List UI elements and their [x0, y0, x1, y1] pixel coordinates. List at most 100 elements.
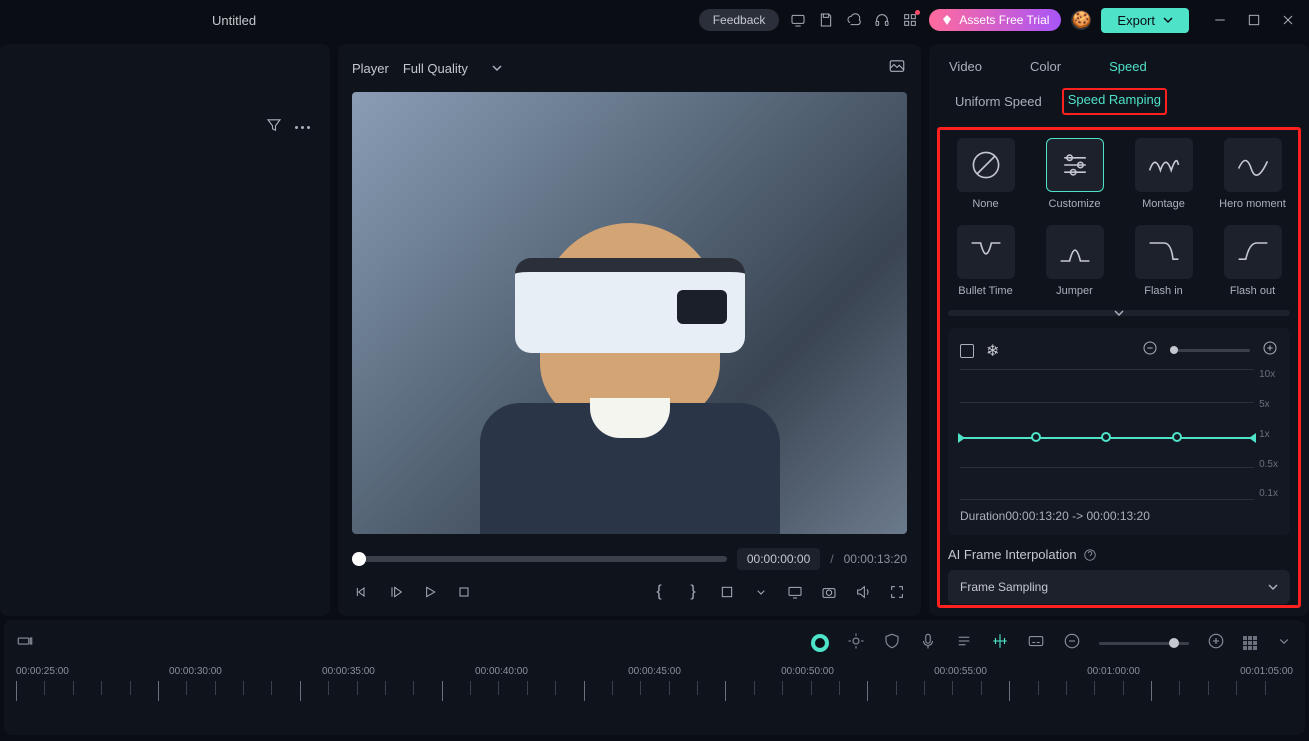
window-maximize-icon[interactable] [1245, 11, 1263, 29]
zoom-out-ramp-icon[interactable] [1142, 340, 1158, 361]
video-preview[interactable] [352, 92, 907, 534]
token-badge-icon[interactable]: 🍪 [1071, 10, 1091, 30]
save-icon[interactable] [817, 11, 835, 29]
ruler-label: 00:00:40:00 [475, 666, 528, 677]
chevron-down-icon [1268, 583, 1278, 591]
zoom-in-icon[interactable] [1207, 632, 1225, 655]
top-bar: Untitled Feedback Assets Free Trial 🍪 Ex… [0, 0, 1309, 40]
scrub-slider[interactable] [352, 556, 727, 562]
ruler-label: 00:01:05:00 [1240, 666, 1293, 677]
ai-interpolation-select[interactable]: Frame Sampling [948, 570, 1290, 604]
zoom-in-ramp-icon[interactable] [1262, 340, 1278, 361]
tab-speed[interactable]: Speed [1101, 55, 1155, 78]
preset-bullet-time[interactable]: Bullet Time [948, 225, 1023, 298]
quality-value: Full Quality [403, 61, 468, 76]
ramp-graph[interactable]: 10x 5x 1x 0.5x 0.1x [960, 369, 1278, 499]
duration-readout: Duration00:00:13:20 -> 00:00:13:20 [960, 509, 1278, 523]
help-icon[interactable] [1083, 548, 1097, 562]
filter-icon[interactable] [265, 116, 283, 139]
expand-presets-button[interactable] [948, 310, 1290, 316]
speed-ramping-section: None Customize Montage Hero moment Bulle… [937, 127, 1301, 608]
ai-tool-icon[interactable] [811, 634, 829, 652]
snapshot-icon[interactable] [887, 57, 907, 80]
apps-icon[interactable] [901, 11, 919, 29]
ramp-keyframe[interactable] [1172, 432, 1182, 442]
zoom-out-icon[interactable] [1063, 632, 1081, 655]
mic-icon[interactable] [919, 632, 937, 655]
ruler-label: 00:00:25:00 [16, 666, 69, 677]
display-icon[interactable] [789, 11, 807, 29]
timeline-panel: 00:00:25:00 00:00:30:00 00:00:35:00 00:0… [4, 620, 1305, 735]
cloud-icon[interactable] [845, 11, 863, 29]
window-close-icon[interactable] [1279, 11, 1297, 29]
ruler-label: 00:00:55:00 [934, 666, 987, 677]
assets-trial-label: Assets Free Trial [959, 13, 1049, 27]
quality-select[interactable]: Full Quality [403, 61, 502, 76]
preset-jumper[interactable]: Jumper [1037, 225, 1112, 298]
ramp-start-handle[interactable] [958, 433, 965, 443]
timeline-zoom-slider[interactable] [1099, 642, 1189, 645]
notes-icon[interactable] [955, 632, 973, 655]
enhance-icon[interactable] [847, 632, 865, 655]
shield-icon[interactable] [883, 632, 901, 655]
ramp-y-1x: 1x [1259, 429, 1278, 440]
ramp-editor: ❄ 10x 5x 1x 0.5x 0.1x [948, 328, 1290, 535]
chevron-down-icon[interactable] [751, 582, 771, 602]
timeline-ruler[interactable]: 00:00:25:00 00:00:30:00 00:00:35:00 00:0… [16, 666, 1293, 706]
play-button[interactable] [420, 582, 440, 602]
project-title: Untitled [212, 13, 256, 28]
preset-flash-out[interactable]: Flash out [1215, 225, 1290, 298]
camera-icon[interactable] [819, 582, 839, 602]
preset-none[interactable]: None [948, 138, 1023, 211]
play-step-button[interactable] [386, 582, 406, 602]
ramp-zoom-slider[interactable] [1170, 349, 1250, 352]
ruler-label: 00:01:00:00 [1087, 666, 1140, 677]
more-icon[interactable] [295, 116, 310, 139]
window-minimize-icon[interactable] [1211, 11, 1229, 29]
crop-icon[interactable] [717, 582, 737, 602]
chevron-down-icon [1163, 16, 1173, 24]
player-label: Player [352, 61, 389, 76]
feedback-button[interactable]: Feedback [699, 9, 780, 31]
preset-customize[interactable]: Customize [1037, 138, 1112, 211]
mark-in-button[interactable]: { [649, 582, 669, 602]
time-separator: / [830, 552, 833, 566]
project-title-section: Untitled [212, 13, 264, 28]
subtab-uniform-speed[interactable]: Uniform Speed [941, 88, 1056, 115]
preset-flash-in[interactable]: Flash in [1126, 225, 1201, 298]
tab-video[interactable]: Video [941, 55, 990, 78]
media-panel [0, 44, 330, 616]
grid-view-icon[interactable] [1243, 636, 1257, 650]
subtab-speed-ramping[interactable]: Speed Ramping [1062, 88, 1167, 115]
stop-button[interactable] [454, 582, 474, 602]
export-label: Export [1117, 13, 1155, 28]
tab-color[interactable]: Color [1022, 55, 1069, 78]
ramping-preset-grid: None Customize Montage Hero moment Bulle… [948, 138, 1290, 298]
keyframe-toggle[interactable] [960, 344, 974, 358]
ramp-end-handle[interactable] [1249, 433, 1256, 443]
player-panel: Player Full Quality 00:00:00:00 / [338, 44, 921, 616]
ramp-keyframe[interactable] [1031, 432, 1041, 442]
freeze-icon[interactable]: ❄ [986, 341, 999, 361]
chevron-down-icon [492, 64, 502, 72]
ramp-keyframe[interactable] [1101, 432, 1111, 442]
preset-hero-moment[interactable]: Hero moment [1215, 138, 1290, 211]
preset-montage[interactable]: Montage [1126, 138, 1201, 211]
ramp-y-05x: 0.5x [1259, 459, 1278, 470]
dropdown-icon[interactable] [1275, 632, 1293, 655]
timeline-tool-icon[interactable] [16, 632, 34, 655]
assets-trial-button[interactable]: Assets Free Trial [929, 9, 1061, 31]
headphones-icon[interactable] [873, 11, 891, 29]
current-time: 00:00:00:00 [737, 548, 820, 570]
marker-icon[interactable] [991, 632, 1009, 655]
prev-frame-button[interactable] [352, 582, 372, 602]
fullscreen-icon[interactable] [887, 582, 907, 602]
caption-icon[interactable] [1027, 632, 1045, 655]
ai-interpolation-value: Frame Sampling [960, 580, 1048, 594]
ruler-label: 00:00:45:00 [628, 666, 681, 677]
screen-icon[interactable] [785, 582, 805, 602]
mark-out-button[interactable]: } [683, 582, 703, 602]
export-button[interactable]: Export [1101, 8, 1189, 33]
ai-interpolation-title: AI Frame Interpolation [948, 547, 1290, 562]
volume-icon[interactable] [853, 582, 873, 602]
